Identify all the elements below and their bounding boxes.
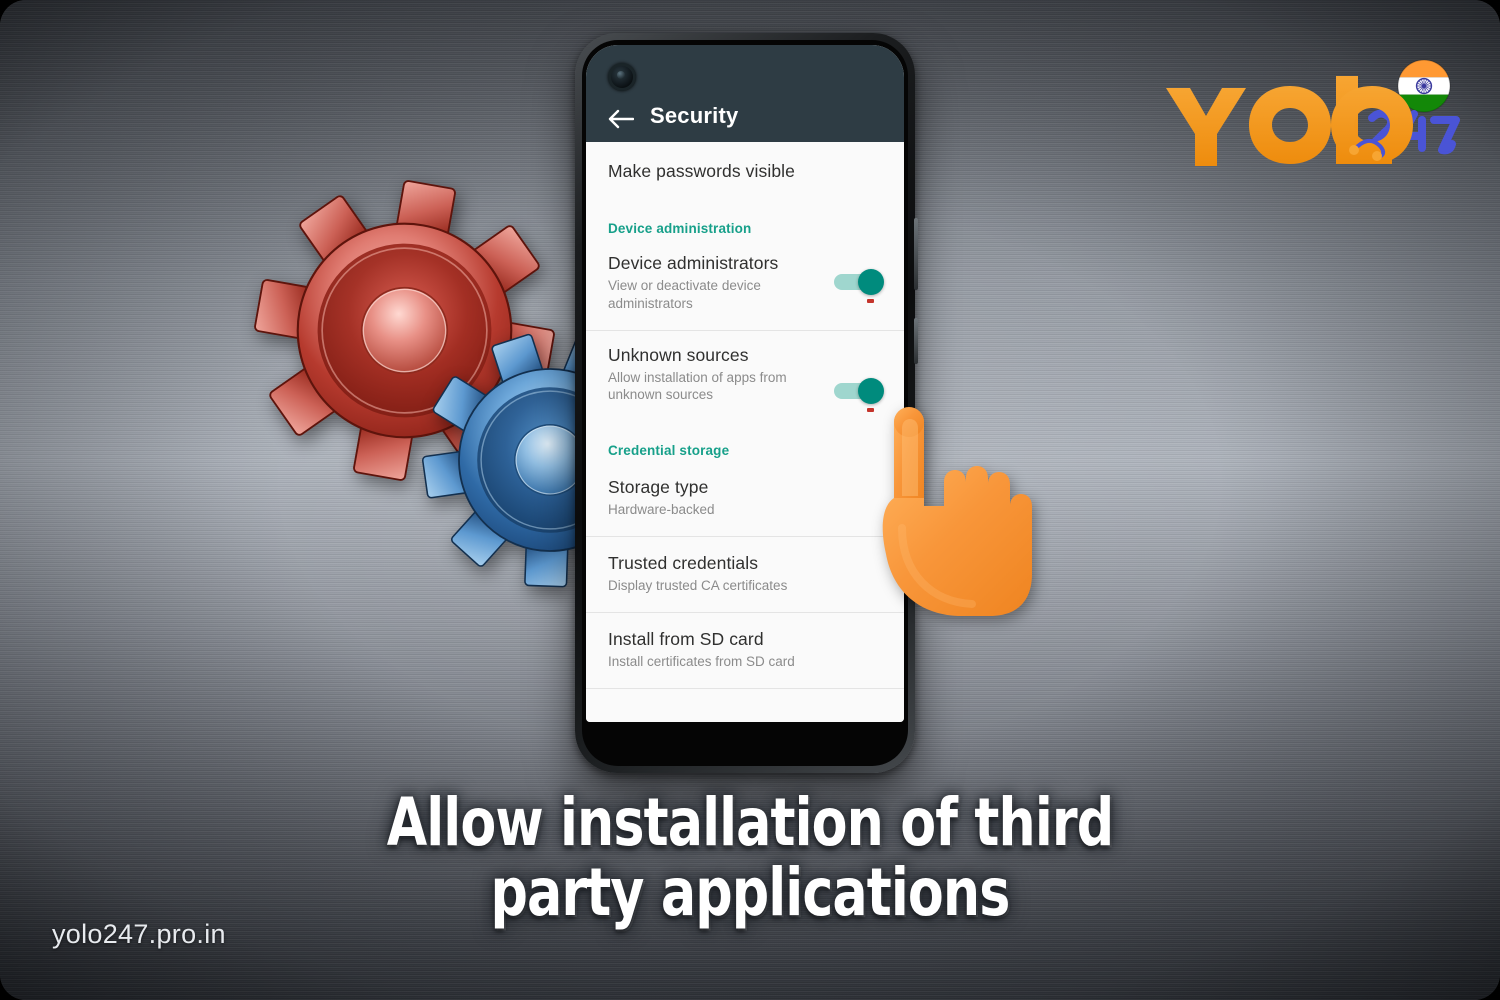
list-item-title: Storage type	[608, 477, 709, 498]
toggle-knob	[858, 269, 884, 295]
front-camera-icon	[608, 63, 636, 91]
section-header-label: Credential storage	[608, 443, 730, 459]
phone-device-frame: Security Make passwords visible Device a…	[575, 33, 918, 773]
app-bar: Security	[586, 45, 904, 142]
site-watermark: yolo247.pro.in	[52, 919, 226, 949]
list-item-title: Device administrators	[608, 253, 779, 273]
brand-logo	[1158, 58, 1468, 176]
hand-pointer-icon	[872, 378, 1050, 618]
list-item-unknown-sources[interactable]: Unknown sources Allow installation of ap…	[586, 329, 904, 422]
section-header-label: Device administration	[608, 221, 752, 236]
headline-line-1: Allow installation of third	[386, 784, 1114, 861]
page-title: Security	[650, 103, 739, 128]
logo-dot-right	[1372, 151, 1382, 161]
list-item-subtitle: Allow installation of apps from unknown …	[608, 369, 787, 403]
list-item-subtitle: Install certificates from SD card	[608, 653, 795, 669]
list-item-storage-type[interactable]: Storage type Hardware-backed	[586, 461, 904, 536]
logo-dot-left	[1349, 145, 1359, 155]
poster-canvas: Security Make passwords visible Device a…	[0, 0, 1500, 1000]
section-header-credential-storage: Credential storage	[586, 421, 904, 461]
settings-list: Make passwords visible Device administra…	[586, 142, 904, 722]
phone-screen: Security Make passwords visible Device a…	[586, 45, 904, 722]
list-item-title: Unknown sources	[608, 344, 749, 365]
phone-bezel: Security Make passwords visible Device a…	[582, 40, 908, 766]
list-item-install-from-sd-card[interactable]: Install from SD card Install certificate…	[586, 611, 904, 688]
list-item-title: Trusted credentials	[608, 553, 759, 574]
toggle-marker-dot	[867, 299, 874, 303]
list-item-title: Make passwords visible	[608, 161, 795, 181]
list-item-trusted-credentials[interactable]: Trusted credentials Display trusted CA c…	[586, 536, 904, 612]
list-item-subtitle: View or deactivate device administrators	[608, 278, 761, 311]
power-button[interactable]	[914, 318, 918, 364]
headline-line-2: party applications	[490, 853, 1010, 931]
list-item-make-passwords-visible[interactable]: Make passwords visible	[586, 142, 904, 199]
list-item-partial[interactable]	[586, 687, 904, 722]
poster-headline: Allow installation of third party applic…	[90, 788, 1410, 928]
list-item-title: Install from SD card	[608, 628, 764, 649]
section-header-device-administration: Device administration	[586, 199, 904, 239]
list-item-device-administrators[interactable]: Device administrators View or deactivate…	[586, 239, 904, 330]
volume-button[interactable]	[914, 218, 918, 290]
toggle-device-administrators[interactable]	[834, 269, 886, 303]
back-arrow-icon[interactable]	[590, 109, 650, 129]
list-item-subtitle: Display trusted CA certificates	[608, 578, 788, 594]
list-item-subtitle: Hardware-backed	[608, 502, 715, 518]
